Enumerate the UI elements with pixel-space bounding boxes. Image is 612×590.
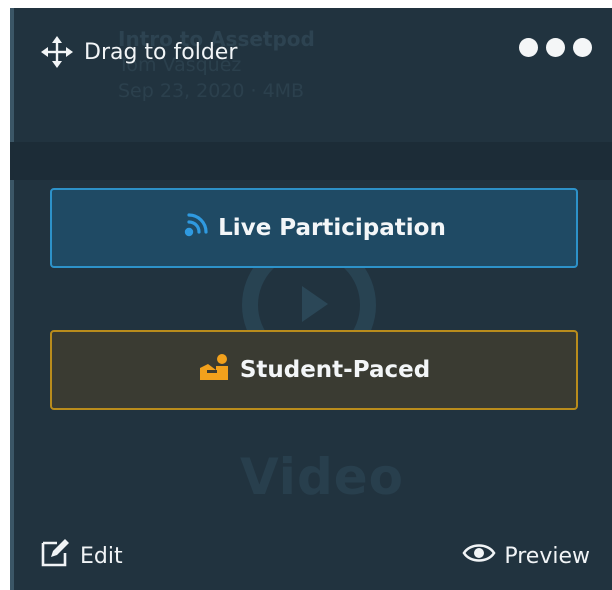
preview-label: Preview	[504, 543, 590, 569]
eye-icon	[462, 541, 504, 571]
student-paced-button[interactable]: Student-Paced	[50, 330, 578, 410]
card-left-edge	[10, 8, 14, 590]
edit-icon	[40, 538, 80, 574]
edit-label: Edit	[80, 543, 123, 569]
live-participation-button[interactable]: Live Participation	[50, 188, 578, 268]
edit-button[interactable]: Edit	[40, 538, 123, 574]
drag-to-folder-label: Drag to folder	[84, 39, 238, 65]
student-paced-label: Student-Paced	[239, 357, 431, 383]
student-paced-icon	[198, 352, 232, 388]
live-participation-label: Live Participation	[218, 215, 446, 241]
more-dot-icon	[519, 38, 538, 57]
broadcast-icon	[182, 211, 210, 245]
more-options-button[interactable]	[519, 38, 592, 57]
lesson-card: Intro to Assetpod Tom Vasquez Sep 23, 20…	[10, 8, 612, 590]
background-type-label: Video	[239, 448, 404, 506]
preview-button[interactable]: Preview	[462, 541, 590, 571]
more-dot-icon	[546, 38, 565, 57]
background-band	[10, 142, 612, 180]
more-dot-icon	[573, 38, 592, 57]
background-subtitle-2: Sep 23, 2020 · 4MB	[118, 80, 305, 102]
drag-to-folder-handle[interactable]: Drag to folder	[40, 34, 237, 70]
move-arrows-icon	[40, 35, 74, 69]
background-play-triangle-icon	[302, 286, 328, 322]
